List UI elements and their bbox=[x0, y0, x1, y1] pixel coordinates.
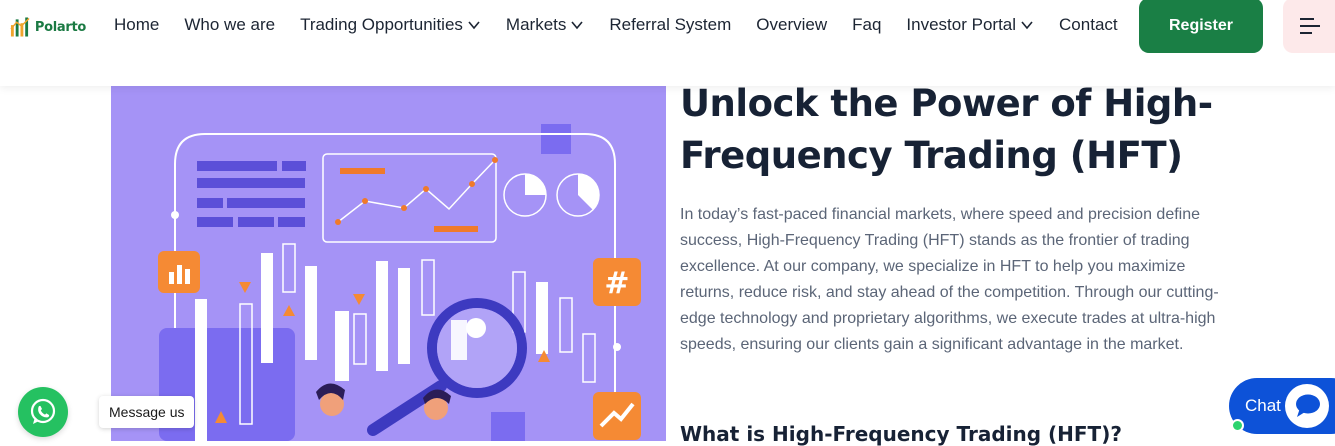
site-header: Polarto Home Who we are Trading Opportun… bbox=[0, 0, 1335, 86]
section-heading: What is High-Frequency Trading (HFT)? bbox=[680, 422, 1122, 446]
logo-text: Polarto bbox=[34, 19, 86, 35]
nav-overview-label: Overview bbox=[756, 15, 828, 34]
whatsapp-icon bbox=[30, 398, 56, 424]
chevron-down-icon bbox=[1021, 21, 1033, 30]
nav-who-we-are[interactable]: Who we are bbox=[184, 15, 275, 35]
chat-bubble-wrap bbox=[1285, 384, 1329, 428]
chevron-down-icon bbox=[468, 21, 480, 30]
nav-investor-portal[interactable]: Investor Portal bbox=[906, 15, 1034, 35]
svg-text:#: # bbox=[604, 266, 629, 301]
nav-trading-opportunities-label: Trading Opportunities bbox=[300, 15, 463, 34]
chevron-down-icon bbox=[571, 21, 584, 30]
nav-faq-label: Faq bbox=[852, 15, 882, 34]
chat-label: Chat bbox=[1245, 396, 1281, 415]
nav-trading-opportunities[interactable]: Trading Opportunities bbox=[300, 15, 481, 35]
register-button[interactable]: Register bbox=[1139, 0, 1263, 53]
whatsapp-button[interactable] bbox=[18, 387, 68, 437]
page-title: Unlock the Power of High-Frequency Tradi… bbox=[680, 82, 1213, 177]
polarto-logo[interactable]: Polarto bbox=[10, 14, 86, 40]
nav-referral-system[interactable]: Referral System bbox=[609, 15, 731, 35]
logo-bars-icon bbox=[10, 17, 30, 37]
nav-who-we-are-label: Who we are bbox=[184, 15, 276, 34]
main-nav: Home Who we are Trading Opportunities Ma… bbox=[114, 14, 1143, 36]
online-status-dot bbox=[1231, 419, 1244, 432]
menu-button[interactable] bbox=[1283, 0, 1335, 53]
whatsapp-label[interactable]: Message us bbox=[99, 396, 195, 428]
nav-home-label: Home bbox=[114, 15, 160, 34]
nav-home[interactable]: Home bbox=[114, 15, 159, 35]
nav-referral-system-label: Referral System bbox=[609, 15, 732, 34]
nav-markets[interactable]: Markets bbox=[506, 15, 584, 35]
nav-investor-portal-label: Investor Portal bbox=[906, 15, 1017, 34]
nav-markets-label: Markets bbox=[505, 15, 567, 34]
trading-dashboard-illustration: # bbox=[158, 124, 641, 441]
nav-overview[interactable]: Overview bbox=[756, 15, 827, 35]
hft-illustration: # bbox=[111, 86, 666, 441]
nav-contact-label: Contact bbox=[1059, 15, 1118, 34]
chat-widget-button[interactable]: Chat bbox=[1229, 378, 1335, 434]
intro-paragraph: In today’s fast-paced financial markets,… bbox=[680, 206, 1219, 353]
hamburger-menu-icon bbox=[1300, 17, 1320, 34]
nav-faq[interactable]: Faq bbox=[852, 15, 881, 35]
nav-contact[interactable]: Contact bbox=[1059, 15, 1118, 35]
chat-bubble-icon bbox=[1296, 394, 1320, 417]
